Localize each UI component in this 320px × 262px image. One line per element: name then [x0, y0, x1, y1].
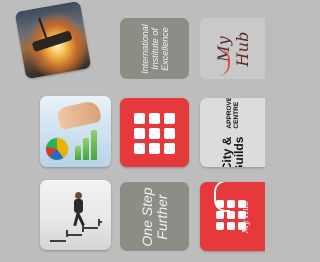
person-head: [75, 192, 82, 199]
bar-chart-icon: [75, 126, 105, 160]
grid-icon: [134, 113, 175, 154]
international-institute-tile[interactable]: International Institute of Excellence: [120, 18, 189, 79]
mini-grid-cell: [216, 222, 224, 230]
grid-cell: [164, 143, 175, 154]
city-guilds-tile[interactable]: City & Guilds APPROVED CENTRE: [200, 98, 265, 167]
grid-cell: [134, 113, 145, 124]
bar-1: [75, 146, 81, 160]
grid-cell: [164, 128, 175, 139]
mini-grid-cell: [227, 200, 235, 208]
international-institute-label: International Institute of Excellence: [139, 23, 170, 74]
grid-cell: [134, 128, 145, 139]
mini-grid-cell: [216, 211, 224, 219]
my-hub-red-tile[interactable]: My Hub: [200, 182, 265, 251]
business-charts-photo-tile[interactable]: [40, 96, 111, 167]
sunset-boat-photo-tile[interactable]: [14, 0, 92, 80]
grid-cell: [149, 143, 160, 154]
mini-grid-cell: [227, 211, 235, 219]
pie-chart-icon: [46, 138, 68, 160]
my-hub-small-label: My Hub: [241, 200, 251, 233]
app-launcher: International Institute of Excellence On…: [0, 0, 265, 262]
grid-cell: [164, 113, 175, 124]
boat-shape: [31, 30, 73, 53]
grid-cell: [149, 113, 160, 124]
person-shape: [68, 192, 88, 227]
approved-centre-label: APPROVED CENTRE: [225, 98, 240, 129]
city-guilds-brand: City & Guilds: [219, 136, 246, 167]
stairs-photo-tile[interactable]: [40, 180, 111, 250]
grid-cell: [134, 143, 145, 154]
mast-shape: [38, 17, 48, 40]
grid-app-tile[interactable]: [120, 98, 189, 167]
city-guilds-logo: City & Guilds APPROVED CENTRE: [207, 98, 259, 167]
grid-cell: [149, 128, 160, 139]
bar-2: [83, 138, 89, 160]
mini-grid-cell: [227, 222, 235, 230]
my-hub-tile[interactable]: My Hub: [200, 18, 265, 79]
bar-3: [91, 130, 97, 160]
mini-grid-cell: [216, 200, 224, 208]
one-step-further-label: One Step Further: [138, 186, 170, 247]
one-step-further-tile[interactable]: One Step Further: [120, 182, 189, 251]
